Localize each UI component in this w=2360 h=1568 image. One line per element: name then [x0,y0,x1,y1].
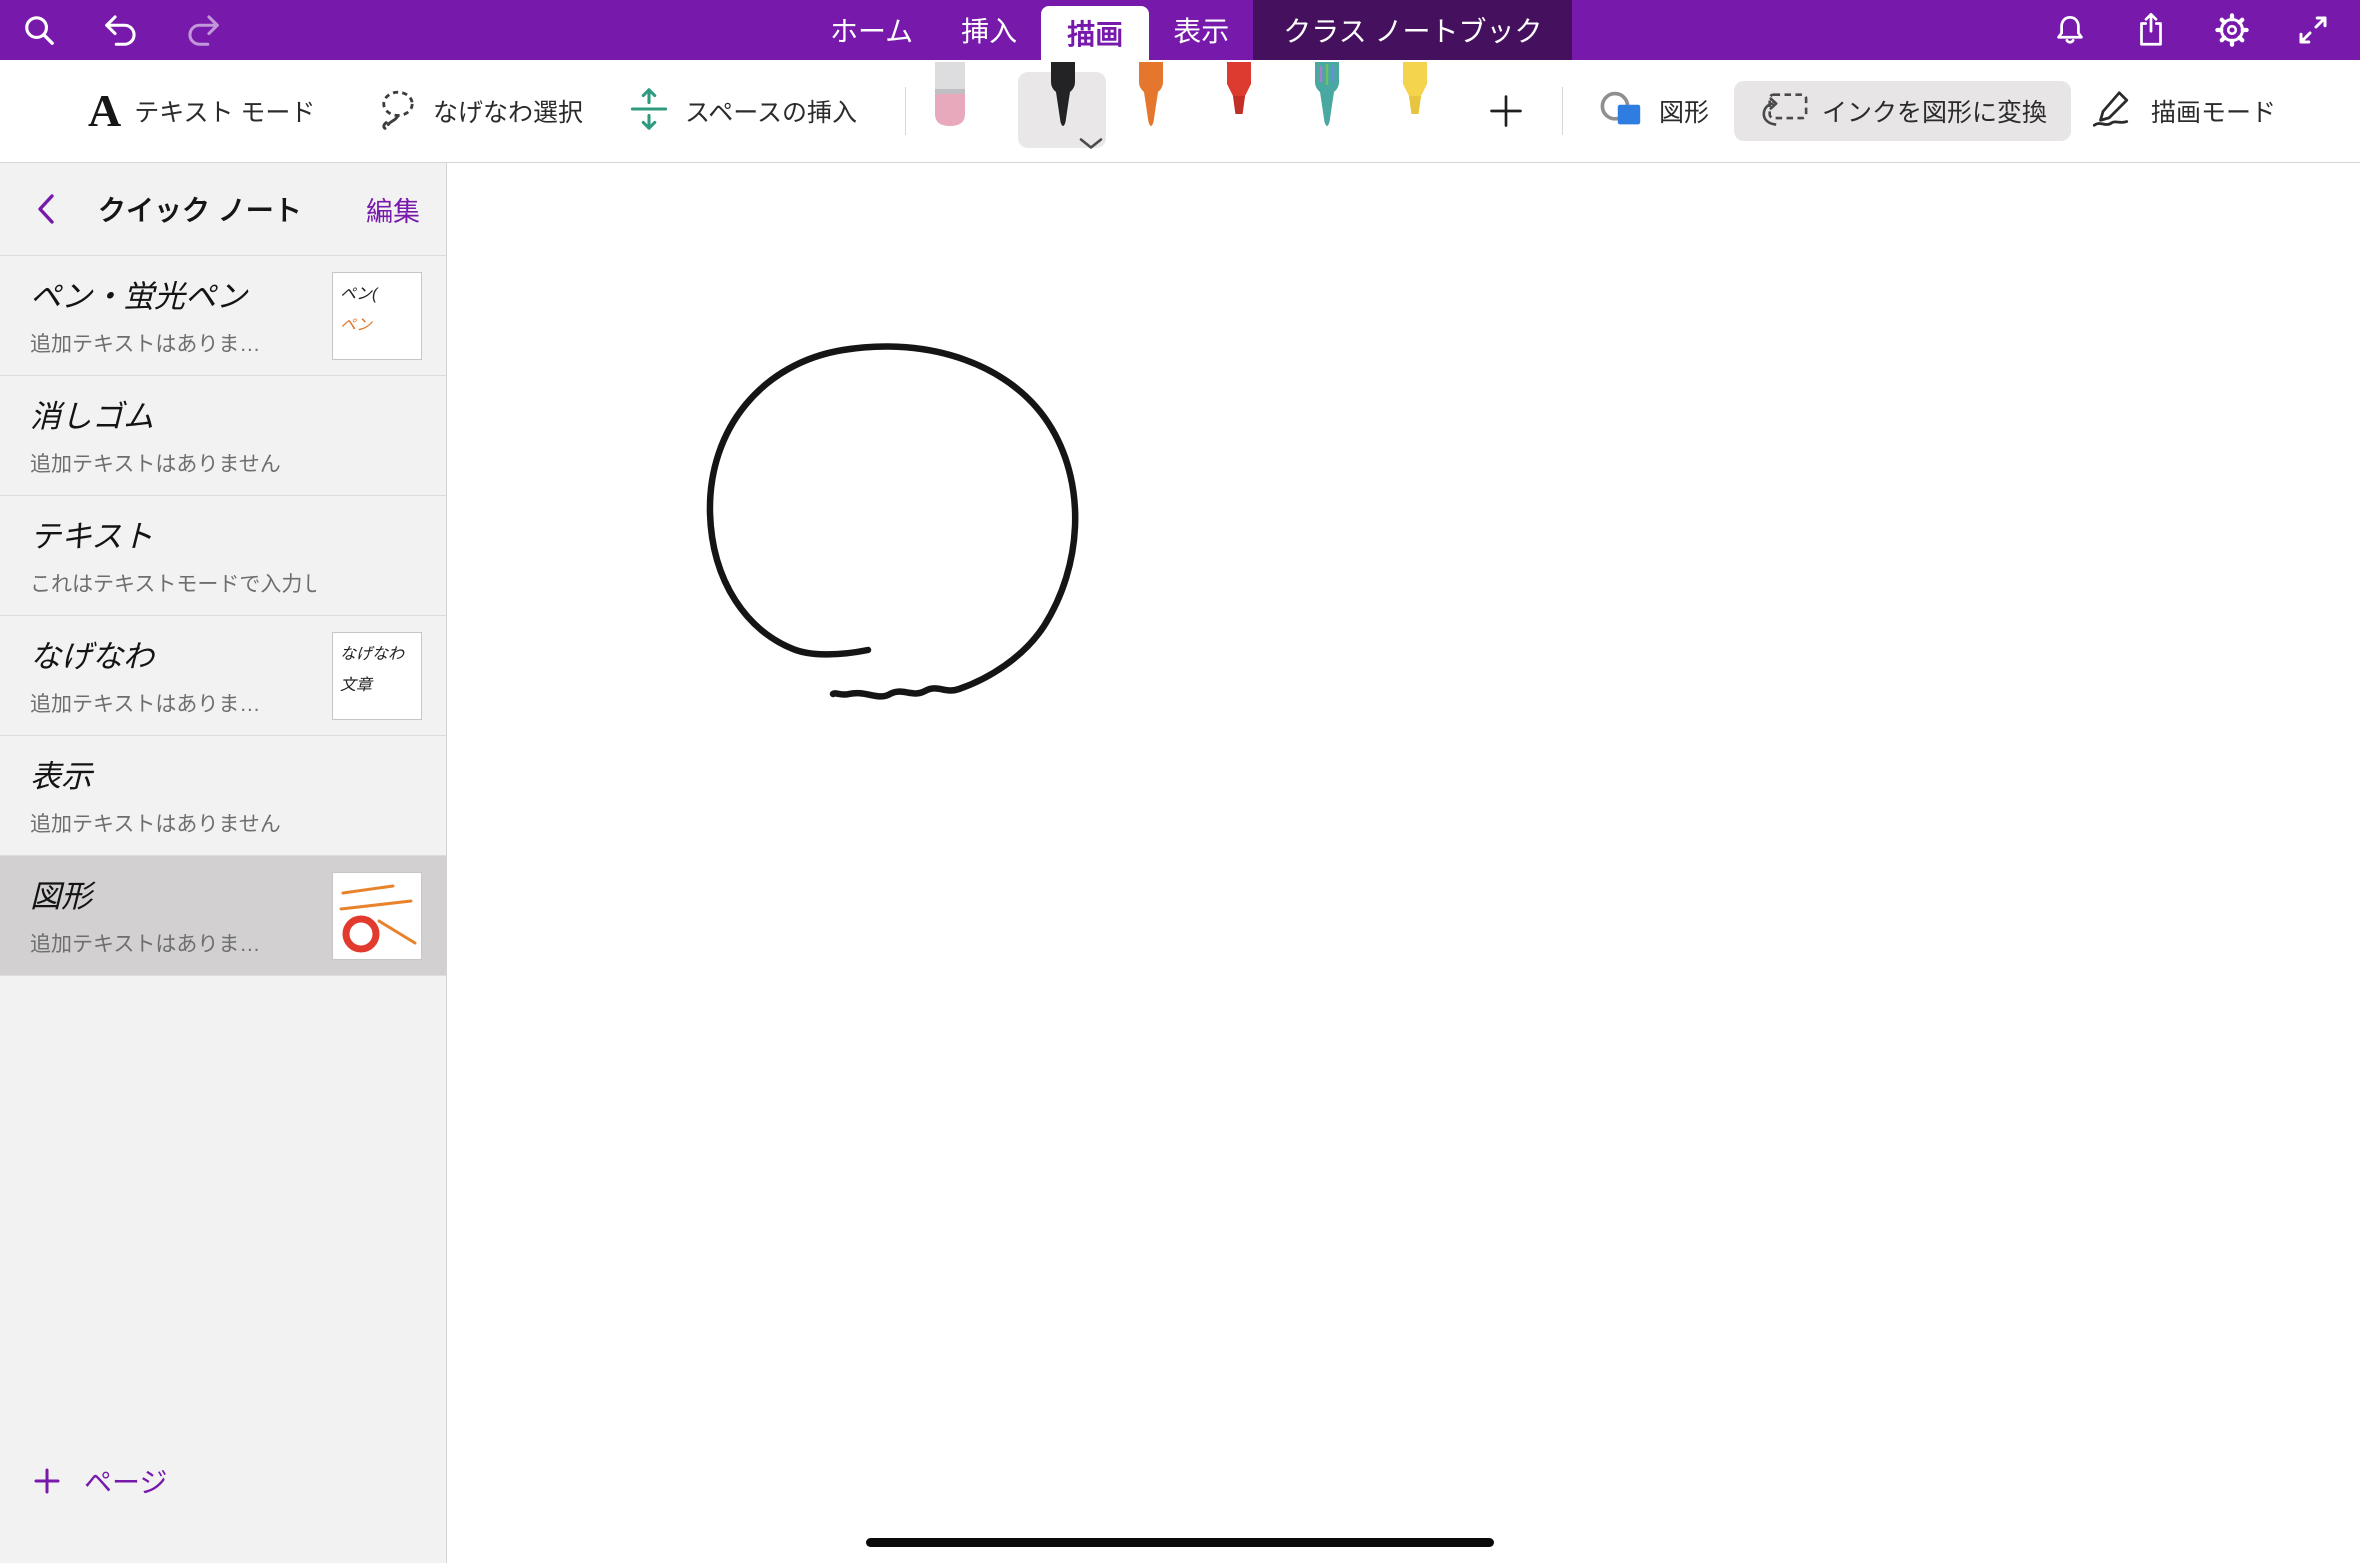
thumbnail-text: 文章 [340,671,414,695]
page-subtitle: 追加テキストはありま… [30,928,316,958]
draw-ribbon: A テキスト モード なげなわ選択 スペースの挿入 [0,60,2360,163]
draw-mode-label: 描画モード [2151,93,2276,129]
tab-class-notebook[interactable]: クラス ノートブック [1253,0,1572,60]
text-mode-label: テキスト モード [134,93,315,129]
divider [1562,87,1563,135]
divider [905,87,906,135]
top-app-bar: ホーム 挿入 描画 表示 クラス ノートブック [0,0,2360,60]
black-pen-button[interactable] [1040,62,1086,141]
galaxy-pen-button[interactable] [1304,62,1350,141]
convert-ink-icon [1758,89,1810,134]
fullscreen-icon[interactable] [2294,11,2332,49]
page-thumbnail: ペン( ペン [332,272,422,360]
thumbnail-text: ペン [340,311,414,335]
undo-icon[interactable] [102,11,140,49]
bell-icon[interactable] [2051,11,2089,49]
shapes-icon [1598,88,1646,135]
search-icon[interactable] [20,11,58,49]
share-icon[interactable] [2132,11,2170,49]
tab-view[interactable]: 表示 [1149,0,1253,60]
home-indicator[interactable] [866,1538,1494,1547]
page-subtitle: 追加テキストはありません [30,808,316,838]
page-title: 図形 [30,871,316,916]
page-list-item[interactable]: 消しゴム 追加テキストはありません [0,376,446,496]
lasso-icon [376,87,420,136]
text-mode-button[interactable]: A テキスト モード [88,60,315,162]
red-marker-button[interactable] [1216,62,1262,141]
page-list-item[interactable]: テキスト これはテキストモードで入力し… [0,496,446,616]
page-title: 消しゴム [30,391,316,436]
add-page-label: ページ [84,1461,167,1501]
add-page-button[interactable]: ページ [32,1461,167,1501]
page-title: 表示 [30,751,316,796]
back-chevron-icon[interactable] [34,193,58,225]
topbar-right-icons [2051,0,2332,60]
thumbnail-text: ペン( [340,280,414,304]
redo-icon[interactable] [184,11,222,49]
page-list-item[interactable]: ペン・蛍光ペン 追加テキストはありま… ペン( ペン [0,256,446,376]
topbar-left-icons [20,0,222,60]
page-subtitle: 追加テキストはありま… [30,328,316,358]
insert-space-icon [626,86,672,137]
page-list-item[interactable]: 表示 追加テキストはありません [0,736,446,856]
convert-ink-label: インクを図形に変換 [1822,93,2047,129]
page-list-sidebar: クイック ノート 編集 ペン・蛍光ペン 追加テキストはありま… ペン( ペン 消… [0,163,447,1563]
onenote-app: ホーム 挿入 描画 表示 クラス ノートブック [0,0,2360,1563]
ink-stroke-circle [448,163,2360,1563]
yellow-highlighter-button[interactable] [1392,62,1438,141]
page-title: なげなわ [30,631,316,676]
draw-mode-pen-icon [2088,89,2138,134]
settings-gear-icon[interactable] [2213,11,2251,49]
page-list-item-selected[interactable]: 図形 追加テキストはありま… [0,856,446,976]
eraser-tool-button[interactable] [928,62,972,135]
plus-icon [1486,91,1526,131]
page-list-item[interactable]: なげなわ 追加テキストはありま… なげなわ 文章 [0,616,446,736]
plus-icon [32,1466,62,1496]
draw-mode-button[interactable]: 描画モード [2088,60,2276,162]
text-mode-icon: A [88,88,121,134]
lasso-select-label: なげなわ選択 [433,93,583,129]
page-thumbnail: なげなわ 文章 [332,632,422,720]
page-subtitle: これはテキストモードで入力し… [30,568,316,598]
insert-space-button[interactable]: スペースの挿入 [626,60,857,162]
page-subtitle: 追加テキストはありま… [30,688,316,718]
ribbon-tabs: ホーム 挿入 描画 表示 クラス ノートブック [806,0,1572,60]
insert-space-label: スペースの挿入 [685,93,857,129]
tab-draw[interactable]: 描画 [1041,6,1149,60]
page-title: ペン・蛍光ペン [30,271,316,316]
page-title: テキスト [30,511,316,556]
page-thumbnail [332,872,422,960]
add-pen-button[interactable] [1486,91,1526,131]
pen-options-chevron-down-icon[interactable] [1078,137,1104,155]
convert-ink-to-shape-button[interactable]: インクを図形に変換 [1734,81,2071,141]
edit-button[interactable]: 編集 [366,190,420,229]
page-canvas[interactable] [448,163,2360,1563]
thumbnail-text: なげなわ [340,640,414,664]
tab-home[interactable]: ホーム [806,0,937,60]
shapes-button[interactable]: 図形 [1598,60,1709,162]
orange-pen-button[interactable] [1128,62,1174,141]
page-subtitle: 追加テキストはありません [30,448,316,478]
lasso-select-button[interactable]: なげなわ選択 [376,60,583,162]
tab-insert[interactable]: 挿入 [937,0,1041,60]
shapes-label: 図形 [1659,93,1709,129]
sidebar-header: クイック ノート 編集 [0,163,446,256]
notebook-section-title: クイック ノート [98,189,302,229]
